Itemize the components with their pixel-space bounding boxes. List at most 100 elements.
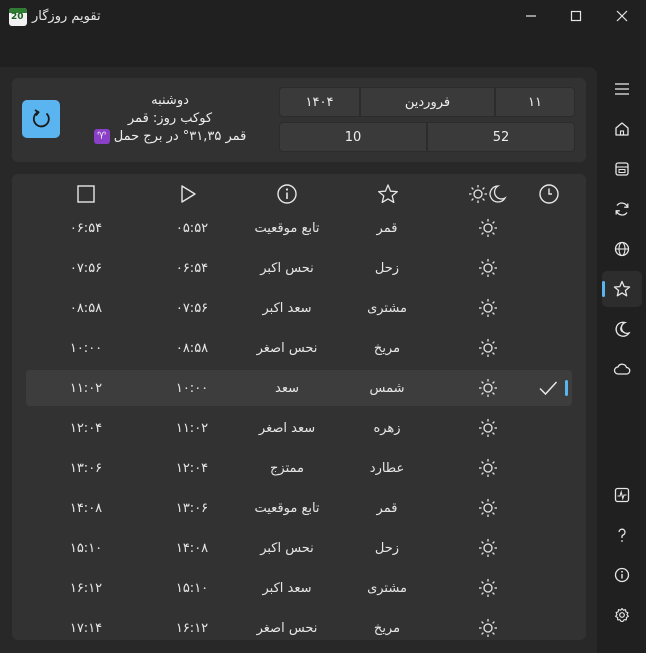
month-field[interactable]: فروردین [360,87,495,117]
quality-cell: تابع موقعیت [254,220,320,236]
quality-cell: ممتزج [270,460,304,476]
table-header [12,174,586,214]
start-time-cell: ۰۸:۵۸ [175,340,209,356]
sun-icon [468,610,508,640]
maximize-icon [570,10,582,22]
end-time-cell: ۱۰:۰۰ [69,340,103,356]
table-row[interactable]: عطارد ممتزج ۱۲:۰۴ ۱۳:۰۶ [12,450,586,486]
table-row[interactable]: زحل نحس اکبر ۱۴:۰۸ ۱۵:۱۰ [12,530,586,566]
play-icon[interactable] [175,182,201,206]
close-button[interactable] [599,0,645,32]
sun-icon [468,290,508,326]
table-row[interactable]: مشتری سعد اکبر ۱۵:۱۰ ۱۶:۱۲ [12,570,586,606]
close-icon [616,10,628,22]
info-icon[interactable] [274,182,300,206]
window-title: تقویم روزگار [32,9,101,24]
refresh-button[interactable] [22,100,60,138]
clock-icon[interactable] [536,182,562,206]
table-row[interactable]: زحل نحس اکبر ۰۶:۵۴ ۰۷:۵۶ [12,250,586,286]
nav-menu-button[interactable] [602,71,642,107]
day-field[interactable]: ۱۱ [495,87,575,117]
quality-cell: سعد اکبر [262,580,312,596]
planet-cell: قمر [376,500,398,516]
quality-cell: نحس اصغر [256,340,318,356]
start-time-cell: ۱۳:۰۶ [175,500,209,516]
nav-sync-button[interactable] [602,191,642,227]
nav-settings-button[interactable] [602,597,642,633]
end-time-cell: ۱۱:۰۲ [69,380,103,396]
star-icon [613,280,631,298]
nav-calendar-button[interactable] [602,151,642,187]
app-logo-icon: 20 [9,8,27,26]
star-icon[interactable] [375,182,401,206]
sun-icon [468,450,508,486]
sun-icon [468,210,508,246]
sun-icon [468,250,508,286]
planet-cell: عطارد [369,460,405,476]
nav-globe-button[interactable] [602,231,642,267]
start-time-cell: ۱۰:۰۰ [175,380,209,396]
day-summary: دوشنبه کوکب روز: قمر قمر ۳۱,۳۵° در برج ح… [70,92,270,146]
end-time-cell: ۱۳:۰۶ [69,460,103,476]
calendar-icon [614,161,630,177]
nav-moon-button[interactable] [602,311,642,347]
planet-cell: شمس [369,380,405,396]
quality-cell: سعد [275,380,299,396]
settings-icon [614,607,630,623]
end-time-cell: ۰۷:۵۶ [69,260,103,276]
title-bar: 20 تقویم روزگار [0,0,646,34]
globe-icon [614,241,630,257]
end-time-cell: ۱۲:۰۴ [69,420,103,436]
planet-cell: زحل [374,260,400,276]
end-time-cell: ۰۸:۵۸ [69,300,103,316]
nav-help-button[interactable] [602,517,642,553]
start-time-cell: ۱۲:۰۴ [175,460,209,476]
nav-pulse-button[interactable] [602,477,642,513]
maximize-button[interactable] [553,0,599,32]
table-row[interactable]: مریخ نحس اصغر ۰۸:۵۸ ۱۰:۰۰ [12,330,586,366]
table-row[interactable]: مشتری سعد اکبر ۰۷:۵۶ ۰۸:۵۸ [12,290,586,326]
table-body: قمر تابع موقعیت ۰۵:۵۲ ۰۶:۵۴ زحل نحس اکبر ۰۶:۵۴… [12,210,586,637]
moon-position-line: قمر ۳۱,۳۵° در برج حمل ♈ [70,128,270,146]
end-time-cell: ۱۷:۱۴ [69,620,103,636]
navigation-rail [600,67,646,653]
start-time-cell: ۰۷:۵۶ [175,300,209,316]
sun-icon [468,570,508,606]
end-time-cell: ۱۶:۱۲ [69,580,103,596]
sun-icon [468,370,508,406]
day-planet-label: کوکب روز: قمر [127,111,213,126]
minimize-icon [526,15,536,17]
nav-home-button[interactable] [602,111,642,147]
minimize-button[interactable] [508,0,554,32]
nav-cloud-button[interactable] [602,351,642,387]
quality-cell: سعد اکبر [262,300,312,316]
sun-icon [468,530,508,566]
planet-cell: مریخ [373,620,401,636]
sync-icon [614,201,630,217]
end-time-cell: ۱۵:۱۰ [69,540,103,556]
start-time-cell: ۱۵:۱۰ [175,580,209,596]
nav-info-button[interactable] [602,557,642,593]
day-night-icon[interactable] [468,182,508,206]
help-icon [616,527,628,543]
quality-cell: سعد اصغر [258,420,316,436]
start-time-cell: ۰۵:۵۲ [175,220,209,236]
year-field[interactable]: ۱۴۰۴ [279,87,360,117]
home-icon [614,121,630,137]
minute-field[interactable]: 52 [427,122,575,152]
stop-icon[interactable] [73,182,99,206]
nav-star-button[interactable] [602,271,642,307]
table-row[interactable]: شمس سعد ۱۰:۰۰ ۱۱:۰۲ [26,370,572,406]
moon-icon [613,320,631,338]
planet-cell: زهره [373,420,401,436]
hour-field[interactable]: 10 [279,122,427,152]
sun-icon [468,490,508,526]
quality-cell: نحس اکبر [260,260,314,276]
quality-cell: نحس اصغر [256,620,318,636]
table-row[interactable]: زهره سعد اصغر ۱۱:۰۲ ۱۲:۰۴ [12,410,586,446]
planet-cell: قمر [376,220,398,236]
table-row[interactable]: قمر تابع موقعیت ۰۵:۵۲ ۰۶:۵۴ [12,210,586,246]
table-row[interactable]: مریخ نحس اصغر ۱۶:۱۲ ۱۷:۱۴ [12,610,586,640]
table-row[interactable]: قمر تابع موقعیت ۱۳:۰۶ ۱۴:۰۸ [12,490,586,526]
info-icon [614,567,630,583]
